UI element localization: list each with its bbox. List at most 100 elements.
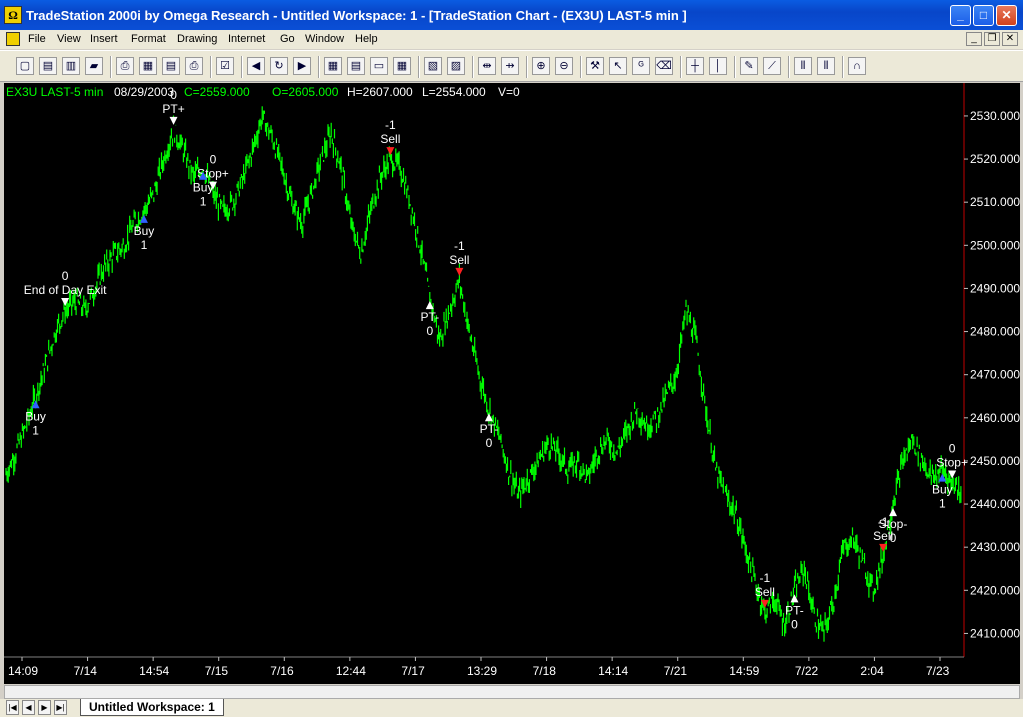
pointer-icon[interactable]: ↖ [609,57,627,75]
hammer-icon[interactable]: ⚒ [586,57,604,75]
trade-annotation-label: 0 [62,269,69,283]
chart-canvas: 2530.000 2520.000 2510.000 2500.000 2490.000… [4,83,1020,678]
trade-annotation-label: -1 [760,571,771,585]
window-title: TradeStation 2000i by Omega Research - U… [26,8,687,23]
bars-icon[interactable]: ⦀ [794,57,812,75]
table-icon[interactable]: ▦ [393,57,411,75]
fibonacci-icon[interactable]: ⟋ [763,57,781,75]
chart-analysis-icon[interactable]: ▧ [424,57,442,75]
chart-symbol: EX3U LAST-5 min [6,85,104,99]
next-tab-button[interactable]: ▶ [38,700,51,715]
text-g-icon[interactable]: ᴳ [632,57,650,75]
trade-annotation-label: 0 [949,442,956,456]
expand-icon[interactable]: ⇹ [478,57,496,75]
compress-icon[interactable]: ⇸ [501,57,519,75]
x-tick-label: 7/14 [74,664,98,678]
minimize-button[interactable]: _ [950,5,971,26]
title-bar[interactable]: Ω TradeStation 2000i by Omega Research -… [0,0,1023,30]
omega-app-icon[interactable]: Ω [4,6,22,24]
zoom-in-icon[interactable]: ⊕ [532,57,550,75]
maximize-button[interactable]: □ [973,5,994,26]
folder-icon[interactable]: ▰ [85,57,103,75]
y-tick-label: 2450.000 [970,454,1020,468]
trade-annotation-label: Buy [25,409,46,423]
window-icon[interactable]: ▭ [370,57,388,75]
toolbar-separator [318,56,320,78]
page-icon[interactable]: ▤ [162,57,180,75]
chart-low: L=2554.000 [422,85,486,99]
chart-horizontal-scrollbar[interactable] [4,685,1020,699]
trade-annotation-label: 0 [486,436,493,450]
chart-volume: V=0 [498,85,520,99]
menu-internet[interactable]: Internet [228,33,265,45]
erase-icon[interactable]: ⌫ [655,57,673,75]
toolbar-separator [842,56,844,78]
volume-icon[interactable]: ⦀ [817,57,835,75]
trade-annotation-label: Sell [755,585,775,599]
toolbar-separator [526,56,528,78]
menu-insert[interactable]: Insert [90,33,118,45]
toolbar-separator [472,56,474,78]
x-tick-label: 7/17 [401,664,425,678]
x-tick-label: 7/16 [270,664,294,678]
menu-go[interactable]: Go [280,33,295,45]
close-button[interactable]: ✕ [996,5,1017,26]
vertical-line-icon[interactable]: │ [709,57,727,75]
y-tick-label: 2480.000 [970,325,1020,339]
mdi-restore-button[interactable]: ❐ [984,32,1000,46]
trade-annotation-label: Sell [449,253,469,267]
menu-window[interactable]: Window [305,33,344,45]
print-preview-icon[interactable]: ⎙ [116,57,134,75]
trade-annotation-label: -1 [454,239,465,253]
trade-annotation-label: Buy [932,483,953,497]
forward-icon[interactable]: ▶ [293,57,311,75]
data-window-icon[interactable]: ▤ [347,57,365,75]
menu-file[interactable]: File [28,33,46,45]
y-tick-label: 2520.000 [970,152,1020,166]
menu-help[interactable]: Help [355,33,378,45]
x-tick-label: 14:59 [729,664,759,678]
trade-annotation-label: 1 [141,238,148,252]
scale-icon[interactable]: ▨ [447,57,465,75]
refresh-icon[interactable]: ↻ [270,57,288,75]
exit-marker-arrow [169,116,178,125]
zoom-out-icon[interactable]: ⊖ [555,57,573,75]
printer-icon[interactable]: ⎙ [185,57,203,75]
pen-icon[interactable]: ✎ [740,57,758,75]
grid-icon[interactable]: ▦ [324,57,342,75]
workspace-tab[interactable]: Untitled Workspace: 1 [80,699,224,716]
chart-document-icon[interactable] [6,32,20,46]
x-tick-label: 7/23 [926,664,950,678]
x-tick-label: 12:44 [336,664,366,678]
trade-annotation-label: -1 [385,118,396,132]
save-all-icon[interactable]: ▥ [62,57,80,75]
trade-annotation-label: Buy [134,224,155,238]
trade-annotation-label: Buy [193,181,214,195]
crosshair-icon[interactable]: ┼ [686,57,704,75]
chart-icon[interactable]: ▦ [139,57,157,75]
x-tick-label: 13:29 [467,664,497,678]
trade-annotation-label: 1 [939,497,946,511]
mdi-minimize-button[interactable]: _ [966,32,982,46]
price-chart[interactable]: 2530.000 2520.000 2510.000 2500.000 2490.000… [4,83,1020,684]
prev-tab-button[interactable]: ◀ [22,700,35,715]
first-tab-button[interactable]: |◀ [6,700,19,715]
last-tab-button[interactable]: ▶| [54,700,67,715]
x-tick-label: 14:09 [8,664,38,678]
new-icon[interactable]: ▢ [16,57,34,75]
mdi-close-button[interactable]: ✕ [1002,32,1018,46]
exit-marker-arrow [889,508,898,517]
properties-icon[interactable]: ☑ [216,57,234,75]
menu-format[interactable]: Format [131,33,166,45]
arc-icon[interactable]: ∩ [848,57,866,75]
back-icon[interactable]: ◀ [247,57,265,75]
menu-view[interactable]: View [57,33,81,45]
trade-annotation-label: Stop+ [936,456,968,470]
x-tick-label: 2:04 [860,664,884,678]
x-tick-label: 7/22 [795,664,819,678]
y-tick-label: 2440.000 [970,497,1020,511]
toolbar-separator [734,56,736,78]
open-icon[interactable]: ▤ [39,57,57,75]
menu-drawing[interactable]: Drawing [177,33,217,45]
trade-annotation-label: End of Day Exit [24,283,107,297]
